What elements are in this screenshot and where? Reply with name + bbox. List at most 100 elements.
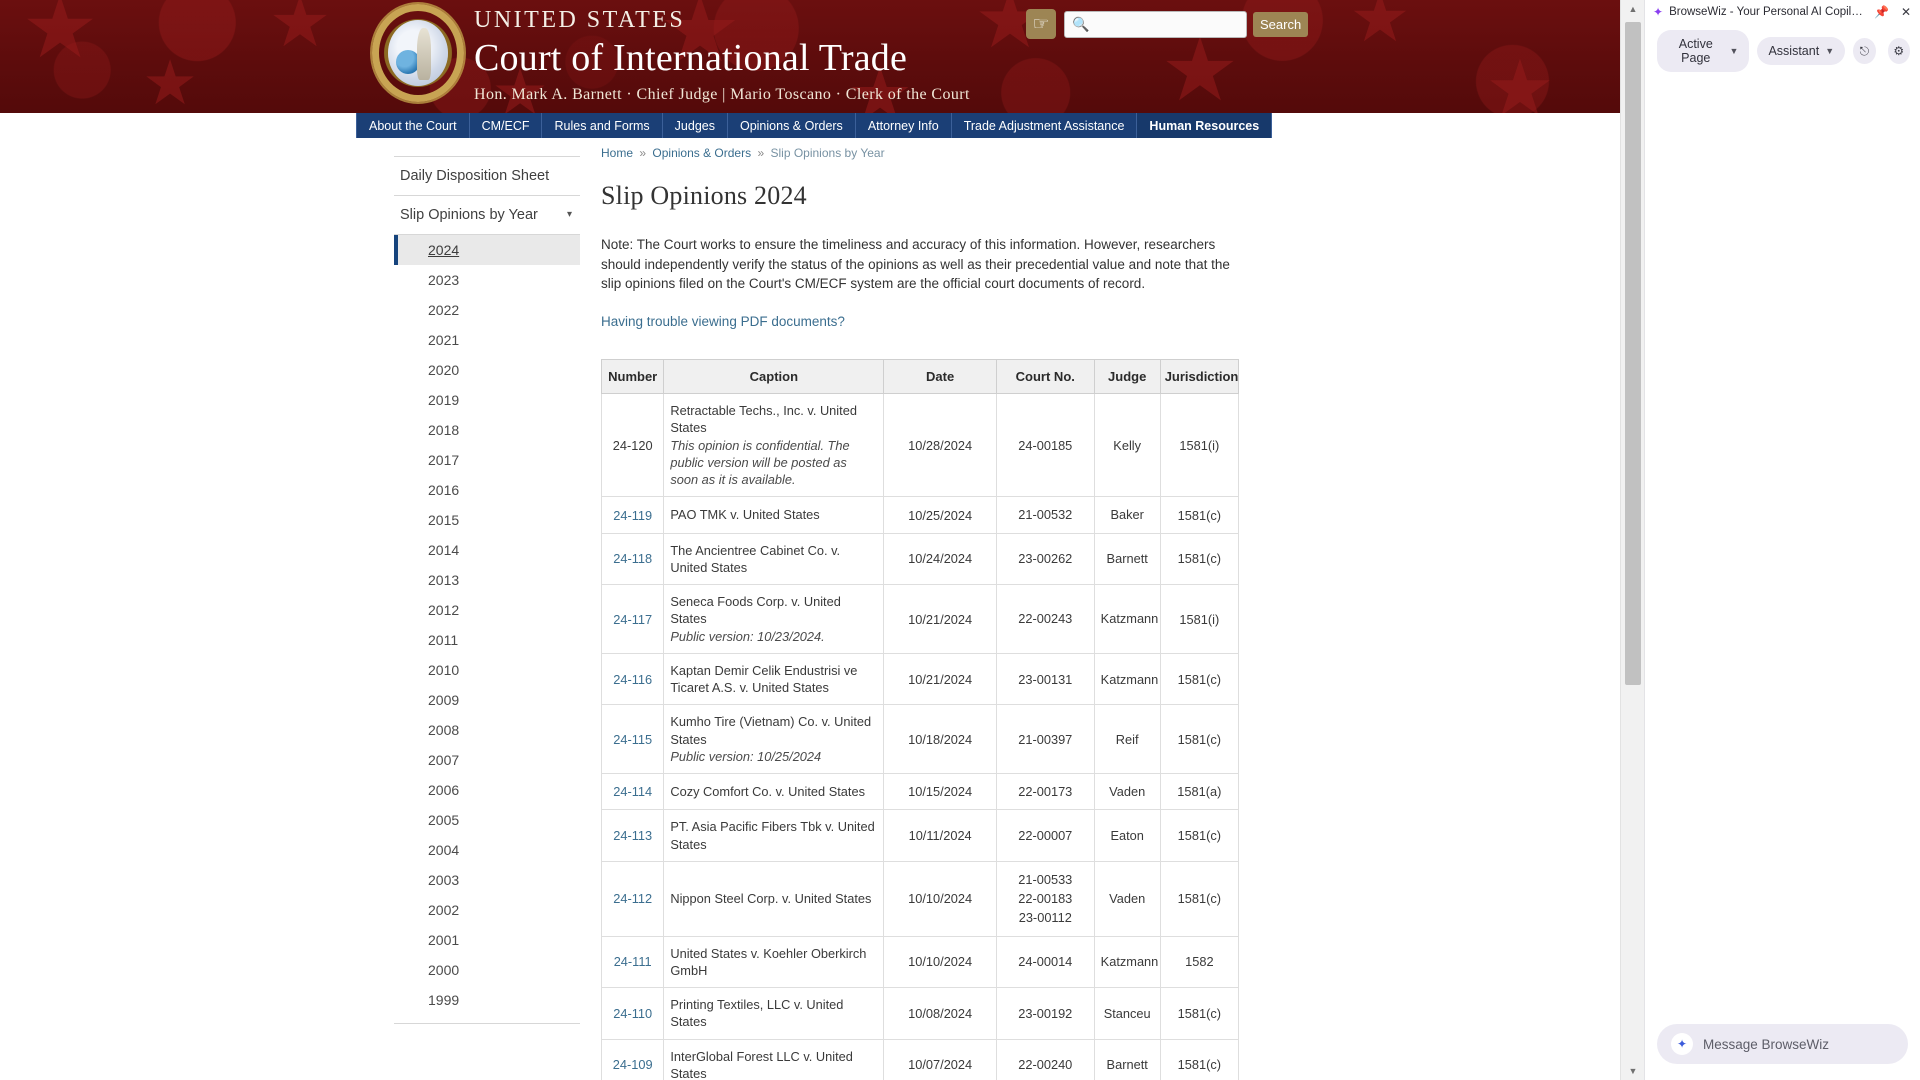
opinion-link[interactable]: 24-112 [613, 891, 652, 906]
cell-date: 10/18/2024 [883, 704, 997, 775]
cell-number[interactable]: 24-119 [600, 496, 665, 534]
sidebar-year-2020[interactable]: 2020 [394, 355, 580, 385]
pin-icon[interactable]: 📌 [1871, 5, 1892, 19]
sidebar-year-2001[interactable]: 2001 [394, 925, 580, 955]
cell-caption: Kaptan Demir Celik Endustrisi ve Ticaret… [663, 652, 885, 706]
opinion-link[interactable]: 24-114 [613, 784, 652, 799]
court-no-value: 24-00014 [1018, 954, 1073, 970]
cell-caption: Cozy Comfort Co. v. United States [663, 773, 885, 811]
sidebar-year-2022[interactable]: 2022 [394, 295, 580, 325]
cell-number[interactable]: 24-113 [600, 809, 665, 862]
message-input[interactable] [1703, 1036, 1894, 1052]
cell-court-no: 21-00533 22-00183 23-00112 [995, 861, 1095, 937]
cell-number[interactable]: 24-109 [600, 1038, 665, 1080]
opinion-link[interactable]: 24-118 [613, 551, 652, 566]
sidebar-year-2012[interactable]: 2012 [394, 595, 580, 625]
sidebar-year-1999[interactable]: 1999 [394, 985, 580, 1015]
cell-number[interactable]: 24-111 [600, 935, 665, 989]
sidebar-year-2004[interactable]: 2004 [394, 835, 580, 865]
gear-icon[interactable]: ⚙ [1887, 38, 1910, 64]
cell-number[interactable]: 24-115 [600, 704, 665, 775]
search-button[interactable]: Search [1253, 12, 1309, 37]
nav-item-cm-ecf[interactable]: CM/ECF [469, 113, 543, 138]
sidebar-year-2008[interactable]: 2008 [394, 715, 580, 745]
nav-item-judges[interactable]: Judges [662, 113, 728, 138]
sidebar-item-slip-opinions-by-year[interactable]: Slip Opinions by Year ▾ [394, 196, 580, 235]
sidebar-year-2019[interactable]: 2019 [394, 385, 580, 415]
sidebar-year-2006[interactable]: 2006 [394, 775, 580, 805]
sidebar-year-2024[interactable]: 2024 [394, 235, 580, 265]
nav-item-opinions-orders[interactable]: Opinions & Orders [727, 113, 856, 138]
sidebar-year-2000[interactable]: 2000 [394, 955, 580, 985]
opinion-link[interactable]: 24-117 [613, 612, 652, 627]
sidebar-year-2005[interactable]: 2005 [394, 805, 580, 835]
eraser-icon[interactable]: ⎋ [1853, 38, 1876, 64]
sidebar-year-2009[interactable]: 2009 [394, 685, 580, 715]
site-title-block: UNITED STATES Court of International Tra… [474, 7, 970, 104]
cell-caption: PT. Asia Pacific Fibers Tbk v. United St… [663, 809, 885, 862]
sidebar-year-2007[interactable]: 2007 [394, 745, 580, 775]
sidebar-year-2010[interactable]: 2010 [394, 655, 580, 685]
opinion-link[interactable]: 24-111 [614, 954, 652, 969]
cell-court-no: 22-00243 [995, 584, 1095, 654]
sidebar-year-2016[interactable]: 2016 [394, 475, 580, 505]
opinion-link[interactable]: 24-110 [613, 1006, 652, 1021]
opinion-link[interactable]: 24-116 [613, 672, 652, 687]
sidebar-year-2002[interactable]: 2002 [394, 895, 580, 925]
cell-number[interactable]: 24-117 [600, 584, 665, 654]
browsewiz-composer: ✦ [1645, 1014, 1920, 1080]
sidebar-year-2017[interactable]: 2017 [394, 445, 580, 475]
page-scrollbar[interactable]: ▲ ▼ [1620, 0, 1644, 1080]
cell-date: 10/25/2024 [883, 496, 997, 534]
opinion-link[interactable]: 24-115 [613, 732, 652, 747]
message-input-wrapper[interactable]: ✦ [1657, 1024, 1908, 1064]
cell-court-no: 23-00131 [995, 652, 1095, 706]
pdf-help-link[interactable]: Having trouble viewing PDF documents? [601, 314, 845, 329]
cell-date: 10/21/2024 [883, 584, 997, 654]
sidebar-item-daily-disposition-sheet[interactable]: Daily Disposition Sheet [394, 156, 580, 196]
table-row: 24-115 Kumho Tire (Vietnam) Co. v. United… [600, 704, 1240, 775]
nav-item-human-resources[interactable]: Human Resources [1137, 113, 1273, 138]
cell-number[interactable]: 24-114 [600, 773, 665, 811]
judge-value: Katzmann [1100, 954, 1159, 970]
cell-court-no: 23-00262 [995, 532, 1095, 586]
nav-item-attorney-info[interactable]: Attorney Info [855, 113, 952, 138]
hearing-assistance-icon[interactable]: ☞ [1026, 9, 1056, 39]
sidebar-year-2015[interactable]: 2015 [394, 505, 580, 535]
opinion-link[interactable]: 24-119 [613, 508, 652, 523]
cell-number[interactable]: 24-118 [600, 532, 665, 586]
opinion-link[interactable]: 24-109 [613, 1057, 653, 1072]
sidebar-year-2023[interactable]: 2023 [394, 265, 580, 295]
scrollbar-thumb[interactable] [1625, 22, 1641, 685]
sidebar-year-2011[interactable]: 2011 [394, 625, 580, 655]
column-header-date: Date [883, 359, 997, 395]
sidebar-year-2021[interactable]: 2021 [394, 325, 580, 355]
scroll-up-button[interactable]: ▲ [1621, 0, 1644, 18]
cell-caption: Kumho Tire (Vietnam) Co. v. United State… [663, 704, 885, 775]
search-input[interactable] [1064, 11, 1247, 38]
scroll-down-button[interactable]: ▼ [1621, 1062, 1644, 1080]
browsewiz-logo-icon: ✦ [1653, 5, 1664, 19]
cell-caption-note: Public version: 10/23/2024. [670, 628, 825, 644]
cell-number[interactable]: 24-110 [600, 987, 665, 1040]
assistant-dropdown[interactable]: Assistant ▼ [1757, 37, 1846, 65]
nav-item-trade-adjustment-assistance[interactable]: Trade Adjustment Assistance [951, 113, 1138, 138]
sidebar-year-2013[interactable]: 2013 [394, 565, 580, 595]
cell-judge: Katzmann [1093, 584, 1161, 654]
breadcrumb-home[interactable]: Home [601, 146, 633, 160]
table-row: 24-113 PT. Asia Pacific Fibers Tbk v. Uni… [600, 809, 1240, 862]
active-page-dropdown[interactable]: Active Page ▼ [1657, 30, 1750, 72]
breadcrumb-opinions-orders[interactable]: Opinions & Orders [652, 146, 751, 160]
sidebar-year-2003[interactable]: 2003 [394, 865, 580, 895]
nav-item-about-the-court[interactable]: About the Court [356, 113, 470, 138]
cell-caption: InterGlobal Forest LLC v. United States [663, 1038, 885, 1080]
close-icon[interactable]: ✕ [1898, 5, 1914, 19]
sidebar-year-2018[interactable]: 2018 [394, 415, 580, 445]
court-seal-icon [372, 4, 464, 102]
opinion-link[interactable]: 24-113 [613, 828, 652, 843]
cell-number[interactable]: 24-112 [600, 861, 665, 937]
sidebar-year-label: 2017 [428, 452, 460, 468]
nav-item-rules-and-forms[interactable]: Rules and Forms [542, 113, 663, 138]
cell-number[interactable]: 24-116 [600, 652, 665, 706]
sidebar-year-2014[interactable]: 2014 [394, 535, 580, 565]
